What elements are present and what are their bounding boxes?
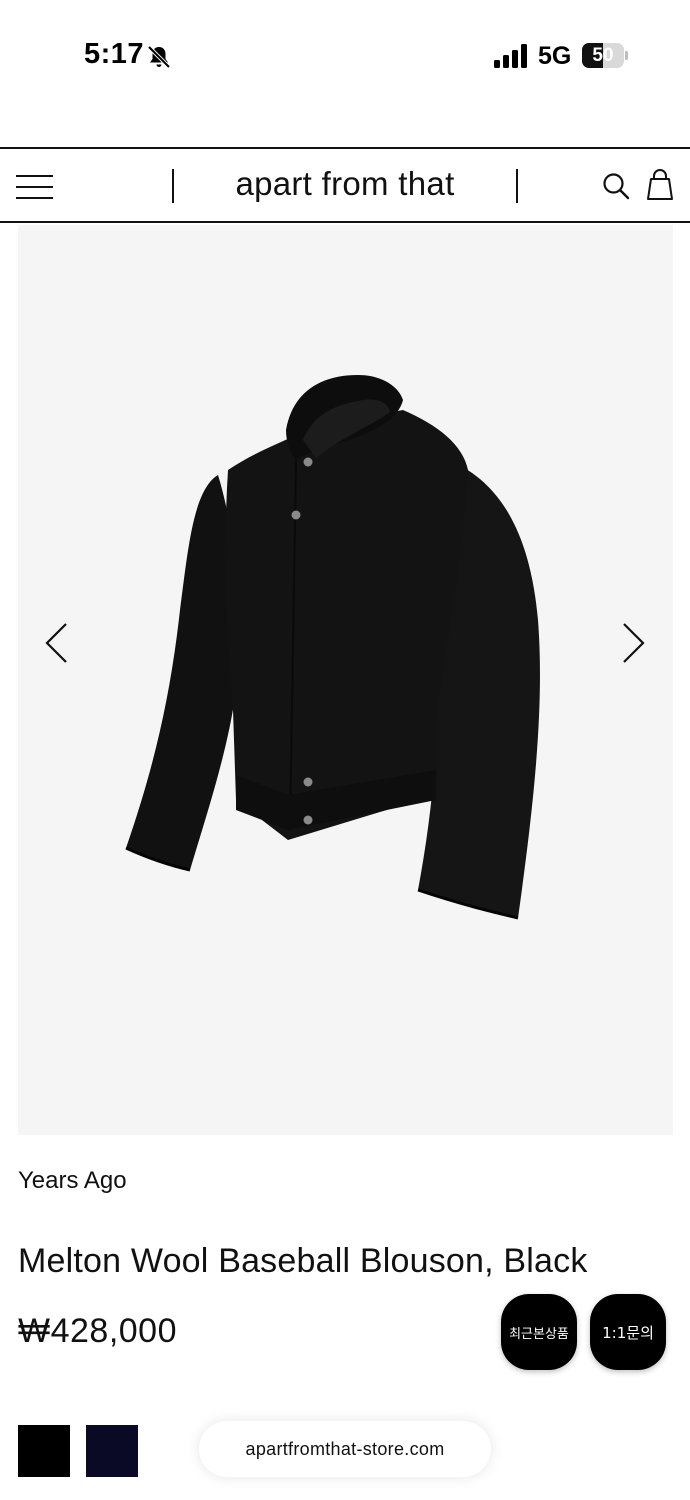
network-type: 5G — [538, 42, 572, 70]
site-header: apart from that — [0, 147, 690, 223]
battery-level: 50 — [592, 45, 614, 66]
battery-icon: 50 — [582, 43, 628, 68]
product-brand[interactable]: Years Ago — [18, 1167, 127, 1195]
brand-logo[interactable]: apart from that — [174, 165, 516, 203]
bell-slash-icon — [147, 45, 171, 69]
color-swatch-navy[interactable] — [86, 1425, 138, 1477]
shopping-bag-icon[interactable] — [646, 169, 674, 201]
status-time: 5:17 — [84, 38, 145, 70]
chevron-right-icon[interactable] — [618, 621, 648, 665]
menu-icon[interactable] — [16, 175, 53, 199]
product-image-gallery[interactable] — [18, 225, 673, 1135]
browser-url-bar[interactable]: apartfromthat-store.com — [199, 1421, 491, 1477]
status-bar: 5:17 5G 50 — [0, 0, 690, 110]
recently-viewed-button[interactable]: 최근본상품 — [501, 1294, 577, 1370]
search-icon[interactable] — [602, 172, 630, 200]
inquiry-button[interactable]: 1:1문의 — [590, 1294, 666, 1370]
header-divider — [516, 169, 518, 203]
signal-bars-icon — [494, 44, 527, 68]
product-title: Melton Wool Baseball Blouson, Black — [18, 1242, 588, 1280]
chevron-left-icon[interactable] — [42, 621, 72, 665]
product-image — [125, 375, 540, 920]
product-price: ₩428,000 — [18, 1312, 177, 1350]
color-swatch-black[interactable] — [18, 1425, 70, 1477]
